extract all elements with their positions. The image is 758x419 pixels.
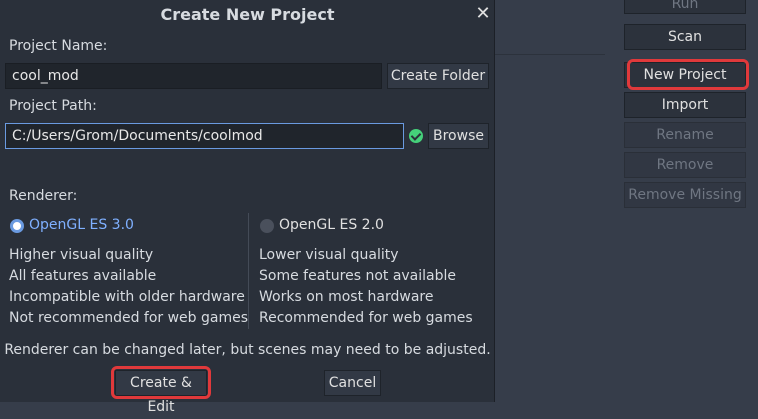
gles3-feature: All features available bbox=[9, 268, 157, 284]
scan-button[interactable]: Scan bbox=[624, 24, 746, 50]
create-edit-button[interactable]: Create & Edit bbox=[115, 370, 207, 415]
renderer-note: Renderer can be changed later, but scene… bbox=[4, 342, 491, 358]
create-new-project-dialog: Create New Project ✕ Project Name: cool_… bbox=[0, 0, 495, 415]
project-path-label: Project Path: bbox=[9, 98, 97, 114]
new-project-button[interactable]: New Project bbox=[624, 62, 746, 88]
project-name-label: Project Name: bbox=[9, 38, 108, 54]
gles2-feature: Lower visual quality bbox=[259, 247, 399, 263]
gles2-feature: Recommended for web games bbox=[259, 310, 473, 326]
gles3-feature: Not recommended for web games bbox=[9, 310, 249, 326]
path-valid-check-icon bbox=[409, 129, 423, 143]
renderer-gles3-label[interactable]: OpenGL ES 3.0 bbox=[29, 217, 134, 233]
gles2-feature: Some features not available bbox=[259, 268, 457, 284]
project-list-divider bbox=[495, 54, 605, 55]
project-list-area bbox=[495, 0, 615, 402]
remove-button: Remove bbox=[624, 152, 746, 178]
project-name-input[interactable]: cool_mod bbox=[5, 63, 382, 89]
gles2-feature: Works on most hardware bbox=[259, 289, 434, 305]
renderer-gles2-label[interactable]: OpenGL ES 2.0 bbox=[279, 217, 384, 233]
browse-button[interactable]: Browse bbox=[428, 123, 489, 149]
renderer-gles3-radio-icon[interactable] bbox=[10, 219, 24, 233]
create-folder-button[interactable]: Create Folder bbox=[387, 63, 489, 89]
renderer-label: Renderer: bbox=[9, 188, 78, 204]
remove-missing-button: Remove Missing bbox=[624, 182, 746, 208]
cancel-button[interactable]: Cancel bbox=[324, 370, 381, 396]
import-button[interactable]: Import bbox=[624, 92, 746, 118]
run-button: Run bbox=[624, 0, 746, 14]
close-icon[interactable]: ✕ bbox=[474, 5, 492, 23]
dialog-title: Create New Project bbox=[160, 5, 335, 24]
project-path-input[interactable]: C:/Users/Grom/Documents/coolmod bbox=[5, 123, 404, 149]
renderer-divider bbox=[248, 213, 249, 329]
gles3-feature: Higher visual quality bbox=[9, 247, 154, 263]
gles3-feature: Incompatible with older hardware bbox=[9, 289, 245, 305]
rename-button: Rename bbox=[624, 122, 746, 148]
renderer-gles2-radio-icon[interactable] bbox=[260, 219, 274, 233]
